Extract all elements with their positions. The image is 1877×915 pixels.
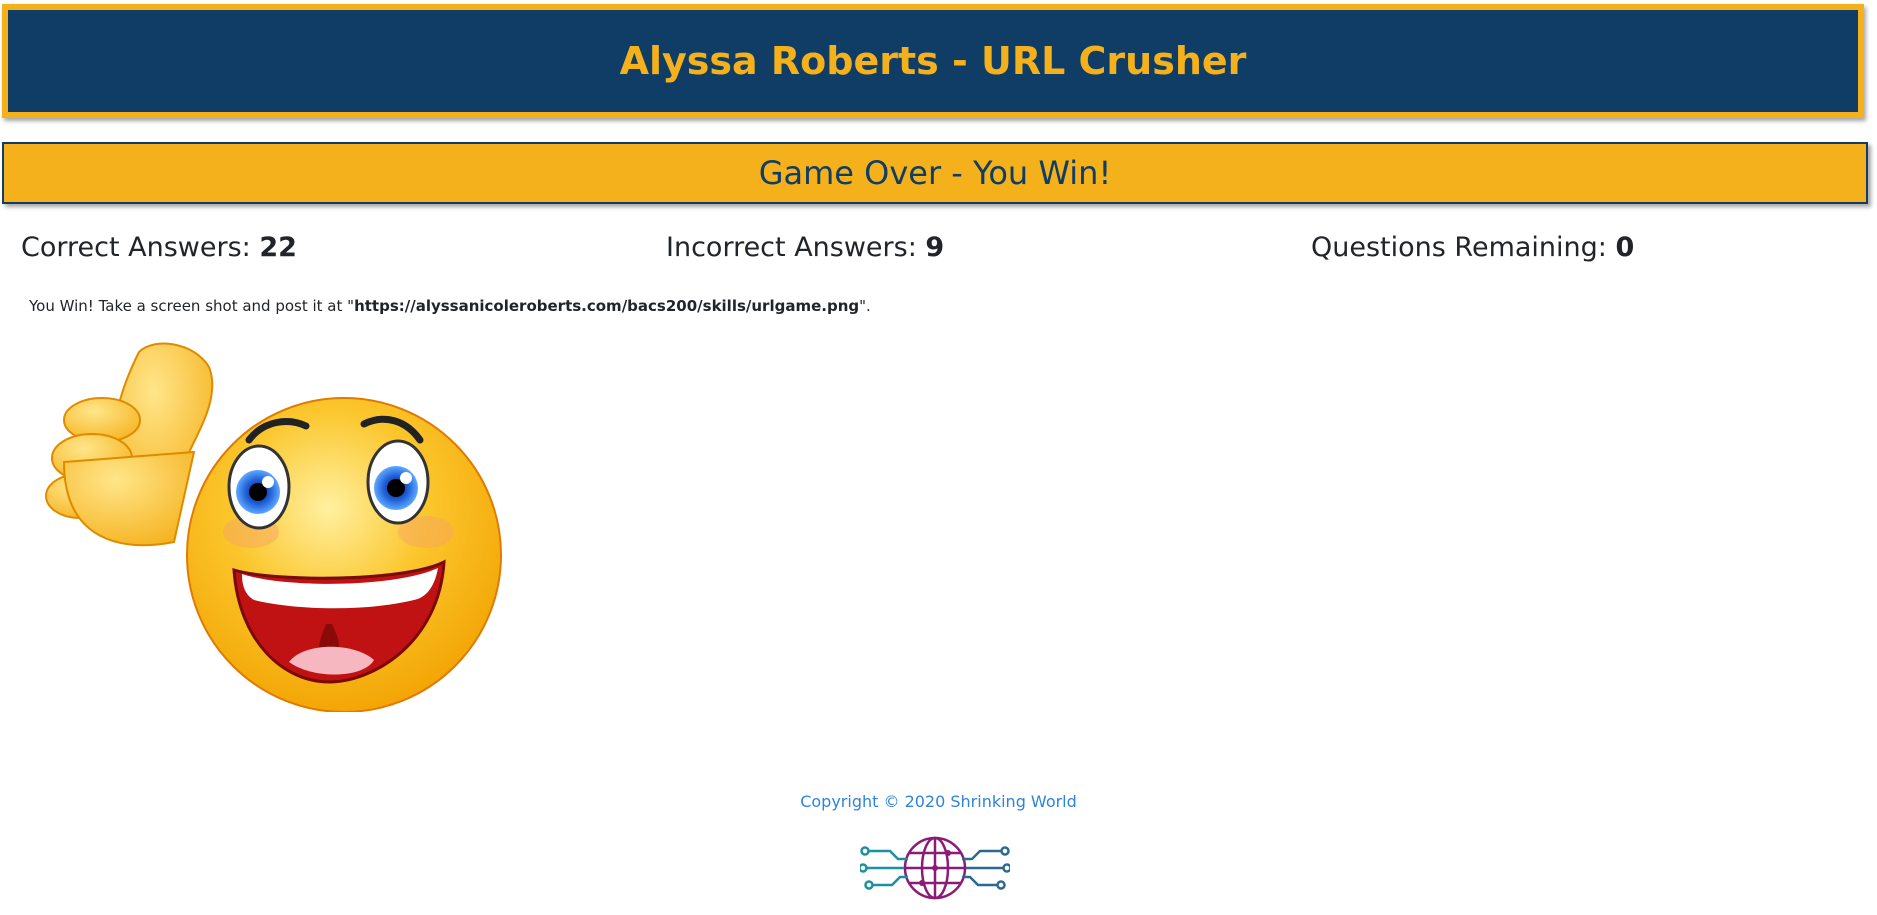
globe-circuit-logo-icon xyxy=(860,836,1010,900)
correct-answers-label: Correct Answers: xyxy=(21,232,260,263)
copyright-text: Copyright © 2020 Shrinking World xyxy=(800,792,1077,811)
correct-answers-value: 22 xyxy=(259,232,297,263)
questions-remaining-stat: Questions Remaining: 0 xyxy=(1311,232,1634,263)
questions-remaining-label: Questions Remaining: xyxy=(1311,232,1616,263)
win-message: You Win! Take a screen shot and post it … xyxy=(29,297,871,315)
page-title: Alyssa Roberts - URL Crusher xyxy=(619,39,1247,83)
incorrect-answers-stat: Incorrect Answers: 9 xyxy=(666,232,944,263)
thumbs-up-smiley-icon xyxy=(45,342,502,712)
incorrect-answers-value: 9 xyxy=(925,232,945,263)
game-over-banner: Game Over - You Win! xyxy=(2,142,1868,204)
incorrect-answers-label: Incorrect Answers: xyxy=(666,232,926,263)
correct-answers-stat: Correct Answers: 22 xyxy=(21,232,297,263)
score-stats: Correct Answers: 22 Incorrect Answers: 9… xyxy=(0,232,1877,272)
win-message-suffix: ". xyxy=(859,297,871,315)
screenshot-url: https://alyssanicoleroberts.com/bacs200/… xyxy=(354,297,860,315)
questions-remaining-value: 0 xyxy=(1615,232,1635,263)
win-message-prefix: You Win! Take a screen shot and post it … xyxy=(29,297,355,315)
page-header: Alyssa Roberts - URL Crusher xyxy=(2,4,1864,118)
game-over-text: Game Over - You Win! xyxy=(758,154,1112,192)
